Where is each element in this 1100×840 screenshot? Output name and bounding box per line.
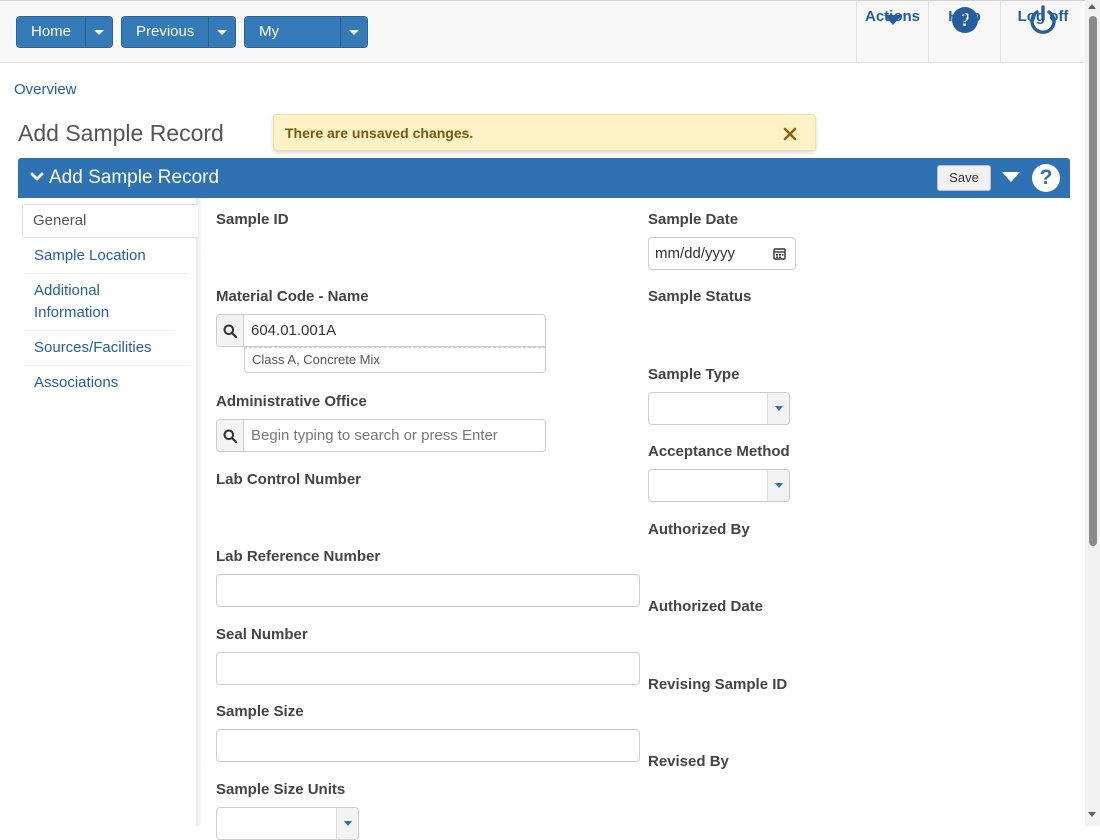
scroll-down-arrow-icon[interactable] (1088, 812, 1096, 817)
caret-down-icon (343, 821, 352, 826)
material-code-input[interactable]: 604.01.001A (216, 314, 546, 347)
home-dropdown-toggle[interactable] (85, 17, 112, 47)
administrative-office-label: Administrative Office (216, 393, 367, 410)
home-split-button: Home (16, 16, 113, 48)
material-code-value[interactable]: 604.01.001A (244, 315, 545, 346)
search-icon (223, 324, 237, 338)
logoff-button[interactable]: Log off (1000, 1, 1085, 63)
sidenav-item-sources-facilities[interactable]: Sources/Facilities (24, 331, 190, 366)
sample-size-units-select[interactable] (216, 807, 359, 840)
sidenav-divider (196, 198, 202, 826)
sample-date-placeholder: mm/dd/yyyy (655, 245, 736, 262)
lab-reference-number-input[interactable] (216, 574, 640, 607)
seal-number-input[interactable] (216, 652, 640, 685)
admin-office-search-addon[interactable] (217, 420, 244, 451)
sample-type-dropdown-button[interactable] (767, 393, 789, 424)
save-button[interactable]: Save (937, 165, 991, 191)
calendar-icon[interactable] (773, 247, 786, 260)
mypages-split-button: My Pages (244, 16, 368, 48)
sample-size-label: Sample Size (216, 703, 304, 720)
chevron-down-icon (217, 29, 228, 35)
acceptance-method-dropdown-button[interactable] (767, 470, 789, 501)
sample-size-units-dropdown-button[interactable] (336, 808, 358, 839)
sample-size-input[interactable] (216, 729, 640, 762)
administrative-office-input[interactable]: Begin typing to search or press Enter (216, 419, 546, 452)
material-description: Class A, Concrete Mix (244, 347, 546, 373)
panel-menu-caret-icon[interactable] (1002, 172, 1020, 182)
sidenav-item-associations[interactable]: Associations (24, 366, 190, 401)
sidenav-item-sample-location[interactable]: Sample Location (24, 239, 190, 274)
home-button[interactable]: Home (17, 17, 86, 47)
actions-label: Actions (864, 8, 920, 25)
acceptance-method-select[interactable] (648, 469, 790, 502)
unsaved-changes-alert: There are unsaved changes. (273, 114, 816, 151)
section-sidenav: General Sample Location Additional Infor… (18, 198, 198, 826)
acceptance-method-label: Acceptance Method (648, 443, 790, 460)
chevron-down-icon (93, 29, 104, 35)
page-scrollbar[interactable] (1085, 0, 1100, 826)
authorized-by-label: Authorized By (648, 521, 750, 538)
material-search-addon[interactable] (217, 315, 244, 346)
chevron-down-icon (348, 29, 359, 35)
sample-type-select[interactable] (648, 392, 790, 425)
close-icon (783, 127, 797, 141)
previous-button[interactable]: Previous (122, 17, 210, 47)
scrollbar-thumb[interactable] (1089, 16, 1097, 546)
mypages-dropdown-toggle[interactable] (340, 17, 367, 47)
chevron-down-icon[interactable] (30, 170, 44, 184)
material-code-label: Material Code - Name (216, 288, 369, 305)
sidenav-item-additional-information[interactable]: Additional Information (24, 274, 174, 331)
authorized-date-label: Authorized Date (648, 598, 764, 615)
seal-number-label: Seal Number (216, 626, 308, 643)
logoff-label: Log off (1017, 8, 1069, 25)
page-title: Add Sample Record (18, 120, 224, 146)
help-button[interactable]: ? Help (928, 1, 1000, 63)
top-toolbar: Home Previous My Pages Actions ? Help (0, 0, 1085, 63)
lab-reference-number-label: Lab Reference Number (216, 548, 381, 565)
sample-date-label: Sample Date (648, 211, 739, 228)
previous-split-button: Previous (121, 16, 236, 48)
caret-down-icon (774, 483, 783, 488)
panel-title: Add Sample Record (49, 167, 220, 188)
panel-help-icon[interactable]: ? (1032, 164, 1060, 192)
admin-office-placeholder[interactable]: Begin typing to search or press Enter (244, 420, 545, 451)
revised-by-label: Revised By (648, 753, 729, 770)
help-label: Help (948, 8, 981, 25)
sample-date-input[interactable]: mm/dd/yyyy (648, 237, 796, 270)
revising-sample-id-label: Revising Sample ID (648, 676, 788, 693)
lab-control-number-label: Lab Control Number (216, 471, 361, 488)
previous-dropdown-toggle[interactable] (209, 17, 235, 47)
search-icon (223, 429, 237, 443)
alert-message: There are unsaved changes. (285, 125, 474, 141)
sample-id-label: Sample ID (216, 211, 289, 228)
sidenav-item-general[interactable]: General (22, 204, 198, 238)
breadcrumb-overview[interactable]: Overview (14, 81, 77, 98)
caret-down-icon (774, 406, 783, 411)
alert-close-button[interactable] (783, 127, 797, 146)
sample-type-label: Sample Type (648, 366, 740, 383)
sample-status-label: Sample Status (648, 288, 752, 305)
top-right-actions: Actions ? Help Log off (856, 1, 1085, 63)
sample-size-units-label: Sample Size Units (216, 781, 346, 798)
my-pages-button[interactable]: My Pages (245, 17, 341, 47)
panel-header: Add Sample Record Save ? (18, 158, 1070, 198)
scroll-up-arrow-icon[interactable] (1088, 4, 1096, 9)
actions-button[interactable]: Actions (856, 1, 928, 63)
